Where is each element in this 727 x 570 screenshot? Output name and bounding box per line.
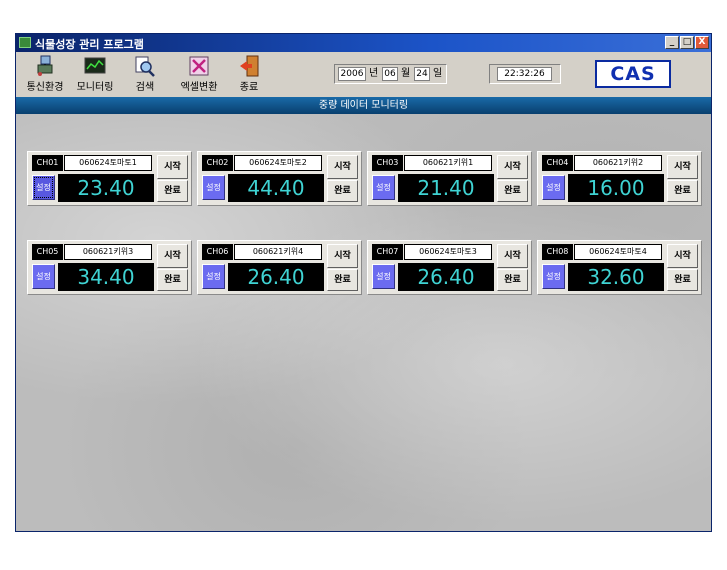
weight-value: 44.40 <box>228 174 324 202</box>
search-icon <box>135 56 155 77</box>
set-button[interactable]: 설정 <box>32 264 55 289</box>
start-button[interactable]: 시작 <box>327 244 358 268</box>
done-button[interactable]: 완료 <box>327 269 358 291</box>
channel-name: 060621키위2 <box>574 155 662 171</box>
channel-name: 060624토마토1 <box>64 155 152 171</box>
channel-name: 060624토마토4 <box>574 244 662 260</box>
channel-id: CH03 <box>372 155 403 171</box>
done-button[interactable]: 완료 <box>667 180 698 202</box>
cas-logo: CAS <box>595 60 671 88</box>
channel-id: CH04 <box>542 155 573 171</box>
channel-id: CH08 <box>542 244 573 260</box>
search-button[interactable]: 검색 <box>122 55 168 95</box>
main-window: 식물성장 관리 프로그램 _ □ X 통신환경 모니터링 검색 엑셀변환 종료 … <box>15 33 712 532</box>
weight-value: 32.60 <box>568 263 664 291</box>
network-settings-icon <box>37 55 53 76</box>
exit-button[interactable]: 종료 <box>226 55 272 95</box>
channel-panel-ch06: CH06 060621키위4 설정 26.40 시작 완료 <box>197 240 362 295</box>
done-button[interactable]: 완료 <box>497 269 528 291</box>
start-button[interactable]: 시작 <box>497 155 528 179</box>
weight-value: 34.40 <box>58 263 154 291</box>
toolbar-label: 엑셀변환 <box>180 82 218 93</box>
done-button[interactable]: 완료 <box>497 180 528 202</box>
time-display: 22:32:26 <box>489 64 561 84</box>
start-button[interactable]: 시작 <box>157 155 188 179</box>
channel-name: 060624토마토2 <box>234 155 322 171</box>
weight-value: 23.40 <box>58 174 154 202</box>
toolbar-label: 통신환경 <box>26 82 64 93</box>
set-button[interactable]: 설정 <box>202 264 225 289</box>
window-title: 식물성장 관리 프로그램 <box>35 38 144 51</box>
channel-name: 060621키위3 <box>64 244 152 260</box>
done-button[interactable]: 완료 <box>157 269 188 291</box>
done-button[interactable]: 완료 <box>667 269 698 291</box>
year-unit: 년 <box>369 68 379 79</box>
maximize-button[interactable]: □ <box>680 36 694 49</box>
page-title: 중량 데이터 모니터링 <box>16 97 711 114</box>
set-button[interactable]: 설정 <box>372 175 395 200</box>
month-unit: 월 <box>401 68 411 79</box>
excel-convert-button[interactable]: 엑셀변환 <box>176 55 222 95</box>
month-field[interactable]: 06 <box>382 67 398 81</box>
toolbar-label: 종료 <box>239 82 259 93</box>
done-button[interactable]: 완료 <box>157 180 188 202</box>
toolbar-label: 검색 <box>135 82 155 93</box>
set-button[interactable]: 설정 <box>202 175 225 200</box>
weight-value: 26.40 <box>228 263 324 291</box>
start-button[interactable]: 시작 <box>667 244 698 268</box>
toolbar: 통신환경 모니터링 검색 엑셀변환 종료 2006 년 06 월 24 일 22… <box>16 52 711 98</box>
start-button[interactable]: 시작 <box>497 244 528 268</box>
start-button[interactable]: 시작 <box>327 155 358 179</box>
day-unit: 일 <box>433 68 443 79</box>
channel-name: 060624토마토3 <box>404 244 492 260</box>
set-button[interactable]: 설정 <box>542 264 565 289</box>
time-field: 22:32:26 <box>497 67 552 81</box>
weight-value: 21.40 <box>398 174 494 202</box>
app-icon <box>19 37 31 48</box>
minimize-button[interactable]: _ <box>665 36 679 49</box>
channel-name: 060621키위4 <box>234 244 322 260</box>
weight-value: 16.00 <box>568 174 664 202</box>
channel-id: CH07 <box>372 244 403 260</box>
channel-name: 060621키위1 <box>404 155 492 171</box>
set-button[interactable]: 설정 <box>542 175 565 200</box>
start-button[interactable]: 시작 <box>667 155 698 179</box>
channel-panel-ch03: CH03 060621키위1 설정 21.40 시작 완료 <box>367 151 532 206</box>
channel-id: CH01 <box>32 155 63 171</box>
done-button[interactable]: 완료 <box>327 180 358 202</box>
channel-area: CH01 060624토마토1 설정 23.40 시작 완료 CH02 0606… <box>16 114 711 531</box>
date-display: 2006 년 06 월 24 일 <box>334 64 447 84</box>
monitoring-button[interactable]: 모니터링 <box>72 55 118 95</box>
channel-panel-ch02: CH02 060624토마토2 설정 44.40 시작 완료 <box>197 151 362 206</box>
exit-door-icon <box>240 55 259 77</box>
start-button[interactable]: 시작 <box>157 244 188 268</box>
title-bar[interactable]: 식물성장 관리 프로그램 _ □ X <box>16 34 711 52</box>
channel-id: CH06 <box>202 244 233 260</box>
set-button[interactable]: 설정 <box>32 175 55 200</box>
channel-id: CH05 <box>32 244 63 260</box>
channel-panel-ch04: CH04 060621키위2 설정 16.00 시작 완료 <box>537 151 702 206</box>
set-button[interactable]: 설정 <box>372 264 395 289</box>
monitor-icon <box>84 57 106 74</box>
toolbar-label: 모니터링 <box>76 82 114 93</box>
day-field[interactable]: 24 <box>414 67 430 81</box>
excel-convert-icon <box>189 56 209 76</box>
close-button[interactable]: X <box>695 36 709 49</box>
network-settings-button[interactable]: 통신환경 <box>22 55 68 95</box>
channel-panel-ch07: CH07 060624토마토3 설정 26.40 시작 완료 <box>367 240 532 295</box>
channel-panel-ch08: CH08 060624토마토4 설정 32.60 시작 완료 <box>537 240 702 295</box>
channel-panel-ch01: CH01 060624토마토1 설정 23.40 시작 완료 <box>27 151 192 206</box>
channel-id: CH02 <box>202 155 233 171</box>
weight-value: 26.40 <box>398 263 494 291</box>
channel-panel-ch05: CH05 060621키위3 설정 34.40 시작 완료 <box>27 240 192 295</box>
year-field[interactable]: 2006 <box>338 67 366 81</box>
